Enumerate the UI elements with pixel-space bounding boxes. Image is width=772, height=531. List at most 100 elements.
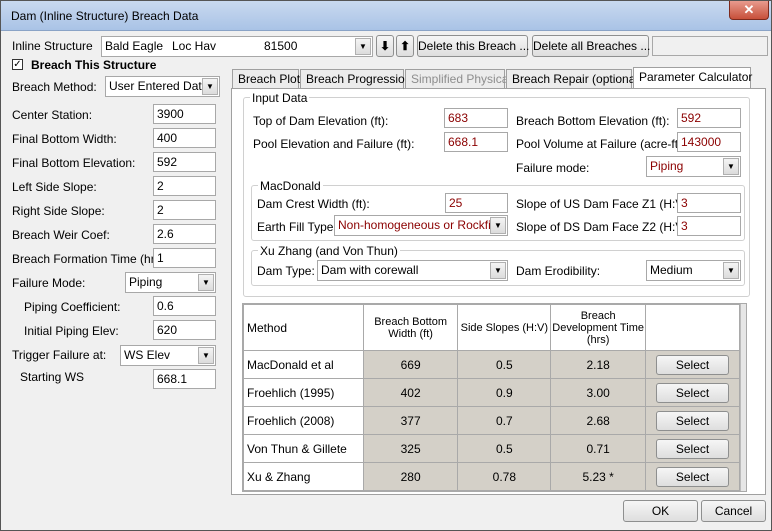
chevron-down-icon: ▼ [490, 262, 506, 279]
trigger-label: Trigger Failure at: [12, 348, 107, 362]
pool-volume-label: Pool Volume at Failure (acre-ft): [516, 137, 686, 151]
slope-cell: 0.7 [457, 406, 552, 435]
tab-parameter-calculator[interactable]: Parameter Calculator [633, 67, 752, 89]
right-side-slope-label: Right Side Slope: [12, 204, 105, 218]
init-piping-label: Initial Piping Elev: [24, 324, 119, 338]
select-button[interactable]: Select [656, 466, 730, 487]
table-header-row: Method Breach Bottom Width (ft) Side Slo… [243, 304, 740, 351]
results-table: Method Breach Bottom Width (ft) Side Slo… [243, 304, 740, 491]
blank-field [652, 36, 768, 56]
center-station-label: Center Station: [12, 108, 93, 122]
ds-slope-input[interactable]: 3 [677, 216, 741, 236]
pool-elev-input[interactable]: 668.1 [444, 132, 508, 152]
breach-method-label: Breach Method: [12, 80, 97, 94]
breach-bottom-input[interactable]: 592 [677, 108, 741, 128]
piping-coef-label: Piping Coefficient: [24, 300, 121, 314]
select-button[interactable]: Select [656, 354, 730, 375]
final-bottom-elev-input[interactable]: 592 [153, 152, 216, 172]
ok-button[interactable]: OK [623, 500, 698, 522]
delete-this-breach-button[interactable]: Delete this Breach ... [417, 35, 529, 57]
failure-mode-calc-label: Failure mode: [516, 161, 590, 175]
chevron-down-icon: ▼ [723, 158, 739, 175]
table-scrollbar[interactable] [740, 304, 746, 491]
failure-mode-label: Failure Mode: [12, 276, 86, 290]
trigger-select[interactable]: WS Elev ▼ [120, 345, 216, 366]
earth-fill-value: Non-homogeneous or Rockfill [338, 218, 497, 232]
select-button[interactable]: Select [656, 382, 730, 403]
station-number: 81500 [264, 39, 298, 53]
failure-mode-calc-select[interactable]: Piping ▼ [646, 156, 741, 177]
starting-ws-input[interactable]: 668.1 [153, 369, 216, 389]
earth-fill-select[interactable]: Non-homogeneous or Rockfill ▼ [334, 215, 508, 236]
erodibility-value: Medium [650, 263, 693, 277]
table-row: Froehlich (2008) 377 0.7 2.68 Select [243, 406, 740, 435]
slope-cell: 0.9 [457, 378, 552, 407]
slope-cell: 0.78 [457, 462, 552, 491]
header-method: Method [243, 304, 364, 351]
time-cell: 2.18 [550, 350, 647, 379]
starting-ws-label: Starting WS [20, 370, 85, 384]
width-cell: 402 [362, 378, 459, 407]
final-bottom-width-label: Final Bottom Width: [12, 132, 117, 146]
width-cell: 669 [362, 350, 459, 379]
tab-breach-repair[interactable]: Breach Repair (optional) [506, 69, 642, 89]
breach-bottom-label: Breach Bottom Elevation (ft): [516, 114, 670, 128]
init-piping-input[interactable]: 620 [153, 320, 216, 340]
chevron-down-icon: ▼ [202, 78, 218, 95]
erodibility-select[interactable]: Medium ▼ [646, 260, 741, 281]
center-station-input[interactable]: 3900 [153, 104, 216, 124]
chevron-down-icon: ▼ [198, 347, 214, 364]
erodibility-label: Dam Erodibility: [516, 264, 601, 278]
chevron-down-icon: ▼ [198, 274, 214, 291]
breach-method-select[interactable]: User Entered Data ▼ [105, 76, 220, 97]
us-slope-label: Slope of US Dam Face Z1 (H:V): [516, 197, 691, 211]
top-dam-input[interactable]: 683 [444, 108, 508, 128]
select-button[interactable]: Select [656, 410, 730, 431]
final-bottom-width-input[interactable]: 400 [153, 128, 216, 148]
title-bar[interactable]: Dam (Inline Structure) Breach Data ✕ [1, 1, 771, 31]
failure-mode-value: Piping [129, 275, 163, 289]
width-cell: 280 [362, 462, 459, 491]
trigger-value: WS Elev [124, 348, 171, 362]
arrow-up-icon[interactable]: ⬆ [396, 35, 414, 57]
dam-type-label: Dam Type: [257, 264, 315, 278]
time-cell: 0.71 [550, 434, 647, 463]
xu-zhang-title: Xu Zhang (and Von Thun) [258, 244, 400, 258]
tab-breach-progression[interactable]: Breach Progression [300, 69, 411, 89]
tab-simplified-physical[interactable]: Simplified Physical [405, 69, 511, 89]
failure-mode-calc-value: Piping [650, 159, 684, 173]
dam-type-select[interactable]: Dam with corewall ▼ [317, 260, 508, 281]
right-side-slope-input[interactable]: 2 [153, 200, 216, 220]
method-cell: Von Thun & Gillete [243, 434, 364, 463]
tab-breach-plot[interactable]: Breach Plot [232, 69, 300, 89]
slope-cell: 0.5 [457, 350, 552, 379]
table-row: Froehlich (1995) 402 0.9 3.00 Select [243, 378, 740, 407]
pool-elev-label: Pool Elevation and Failure (ft): [253, 137, 415, 151]
left-side-slope-input[interactable]: 2 [153, 176, 216, 196]
select-button[interactable]: Select [656, 438, 730, 459]
arrow-down-icon[interactable]: ⬇ [376, 35, 394, 57]
method-cell: MacDonald et al [243, 350, 364, 379]
header-select [645, 304, 740, 351]
header-width: Breach Bottom Width (ft) [362, 304, 459, 351]
river-name: Bald Eagle [105, 39, 164, 53]
breach-checkbox[interactable]: ✓ [12, 59, 23, 70]
reach-name: Loc Hav [172, 39, 217, 53]
inline-structure-label: Inline Structure [12, 39, 93, 53]
delete-all-breaches-button[interactable]: Delete all Breaches ... [532, 35, 650, 57]
piping-coef-input[interactable]: 0.6 [153, 296, 216, 316]
width-cell: 325 [362, 434, 459, 463]
crest-width-input[interactable]: 25 [445, 193, 508, 213]
formation-time-input[interactable]: 1 [153, 248, 216, 268]
us-slope-input[interactable]: 3 [677, 193, 741, 213]
earth-fill-label: Earth Fill Type: [257, 220, 337, 234]
close-button[interactable]: ✕ [729, 1, 769, 20]
width-cell: 377 [362, 406, 459, 435]
breach-method-value: User Entered Data [109, 79, 209, 93]
cancel-button[interactable]: Cancel [701, 500, 766, 522]
weir-coef-input[interactable]: 2.6 [153, 224, 216, 244]
weir-coef-label: Breach Weir Coef: [12, 228, 110, 242]
inline-structure-select[interactable]: Bald Eagle Loc Hav 81500 ▼ [101, 36, 373, 57]
failure-mode-select[interactable]: Piping ▼ [125, 272, 216, 293]
pool-volume-input[interactable]: 143000 [677, 132, 741, 152]
